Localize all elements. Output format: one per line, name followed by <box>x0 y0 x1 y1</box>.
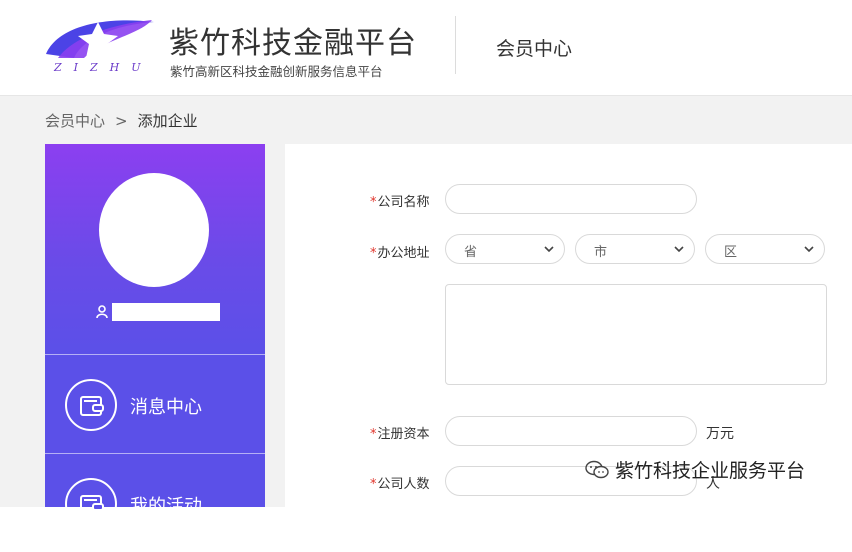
label-text: 公司名称 <box>377 195 430 210</box>
breadcrumb-current: 添加企业 <box>137 112 198 130</box>
breadcrumb: 会员中心 > 添加企业 <box>45 110 198 131</box>
breadcrumb-parent-link[interactable]: 会员中心 <box>45 112 105 130</box>
chevron-down-icon <box>544 246 554 253</box>
sidebar-item-label: 消息中心 <box>130 397 202 418</box>
nav-icon-circle <box>65 379 117 431</box>
district-select-value: 区 <box>724 245 738 260</box>
required-mark: * <box>370 477 377 492</box>
district-select[interactable]: 区 <box>705 234 825 264</box>
required-mark: * <box>370 246 377 261</box>
brand-title: 紫竹科技金融平台 <box>169 26 417 61</box>
required-mark: * <box>370 427 377 442</box>
brand-subtitle: 紫竹高新区科技金融创新服务信息平台 <box>170 64 383 79</box>
label-text: 公司人数 <box>377 477 430 492</box>
company-name-input[interactable] <box>445 184 697 214</box>
section-title: 会员中心 <box>496 38 573 60</box>
sidebar-item-label: 我的活动 <box>130 496 202 517</box>
chevron-down-icon <box>674 246 684 253</box>
chevron-down-icon <box>804 246 814 253</box>
city-select-value: 市 <box>594 245 608 260</box>
wallet-icon <box>80 495 104 515</box>
user-avatar[interactable] <box>99 173 209 287</box>
wechat-icon <box>585 460 609 478</box>
wallet-icon <box>80 396 104 416</box>
watermark-text: 紫竹科技企业服务平台 <box>615 460 806 482</box>
site-header: ZIZHU 紫竹科技金融平台 紫竹高新区科技金融创新服务信息平台 会员中心 <box>0 0 852 96</box>
address-label: *办公地址 <box>370 242 430 261</box>
user-icon <box>96 305 108 319</box>
breadcrumb-separator: > <box>115 112 128 130</box>
city-select[interactable]: 市 <box>575 234 695 264</box>
province-select[interactable]: 省 <box>445 234 565 264</box>
headcount-label: *公司人数 <box>370 473 430 492</box>
nav-icon-circle <box>65 478 117 530</box>
header-divider <box>455 16 456 74</box>
capital-input[interactable] <box>445 416 697 446</box>
watermark: 紫竹科技企业服务平台 <box>585 456 805 483</box>
capital-unit: 万元 <box>706 426 734 442</box>
user-name-field <box>112 303 220 321</box>
label-text: 办公地址 <box>377 246 430 261</box>
sidebar: 消息中心 我的活动 <box>45 144 265 530</box>
profile-card <box>45 144 265 354</box>
company-name-label: *公司名称 <box>370 191 430 210</box>
label-text: 注册资本 <box>377 427 430 442</box>
required-mark: * <box>370 195 377 210</box>
brand-letters: ZIZHU <box>54 61 153 74</box>
capital-label: *注册资本 <box>370 423 430 442</box>
address-detail-textarea[interactable] <box>445 284 827 385</box>
sidebar-item-activities[interactable]: 我的活动 <box>45 453 265 552</box>
sidebar-item-messages[interactable]: 消息中心 <box>45 354 265 453</box>
province-select-value: 省 <box>464 245 478 260</box>
